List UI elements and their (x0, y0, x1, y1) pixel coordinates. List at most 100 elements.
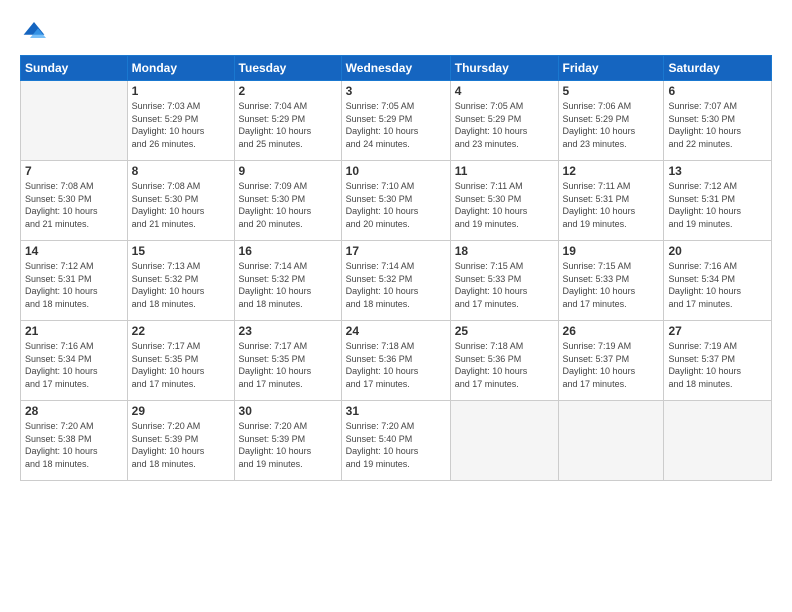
day-info: Sunrise: 7:10 AM Sunset: 5:30 PM Dayligh… (346, 180, 446, 230)
day-info: Sunrise: 7:12 AM Sunset: 5:31 PM Dayligh… (25, 260, 123, 310)
day-number: 11 (455, 164, 554, 178)
day-number: 4 (455, 84, 554, 98)
day-info: Sunrise: 7:05 AM Sunset: 5:29 PM Dayligh… (346, 100, 446, 150)
calendar-cell: 23 Sunrise: 7:17 AM Sunset: 5:35 PM Dayli… (234, 321, 341, 401)
day-number: 1 (132, 84, 230, 98)
day-info: Sunrise: 7:15 AM Sunset: 5:33 PM Dayligh… (455, 260, 554, 310)
day-info: Sunrise: 7:20 AM Sunset: 5:40 PM Dayligh… (346, 420, 446, 470)
calendar-cell: 16 Sunrise: 7:14 AM Sunset: 5:32 PM Dayli… (234, 241, 341, 321)
calendar-cell: 20 Sunrise: 7:16 AM Sunset: 5:34 PM Dayli… (664, 241, 772, 321)
col-header-saturday: Saturday (664, 56, 772, 81)
calendar-cell: 7 Sunrise: 7:08 AM Sunset: 5:30 PM Daylig… (21, 161, 128, 241)
day-number: 30 (239, 404, 337, 418)
calendar-cell: 9 Sunrise: 7:09 AM Sunset: 5:30 PM Daylig… (234, 161, 341, 241)
page: SundayMondayTuesdayWednesdayThursdayFrid… (0, 0, 792, 612)
calendar-cell: 13 Sunrise: 7:12 AM Sunset: 5:31 PM Dayli… (664, 161, 772, 241)
day-number: 16 (239, 244, 337, 258)
calendar-cell: 4 Sunrise: 7:05 AM Sunset: 5:29 PM Daylig… (450, 81, 558, 161)
day-number: 14 (25, 244, 123, 258)
calendar-cell (664, 401, 772, 481)
day-info: Sunrise: 7:16 AM Sunset: 5:34 PM Dayligh… (668, 260, 767, 310)
day-number: 8 (132, 164, 230, 178)
calendar-cell: 12 Sunrise: 7:11 AM Sunset: 5:31 PM Dayli… (558, 161, 664, 241)
calendar-cell: 15Sunrise: 7:13 AM Sunset: 5:32 PM Dayli… (127, 241, 234, 321)
calendar-cell: 31 Sunrise: 7:20 AM Sunset: 5:40 PM Dayli… (341, 401, 450, 481)
calendar-cell: 22 Sunrise: 7:17 AM Sunset: 5:35 PM Dayli… (127, 321, 234, 401)
col-header-wednesday: Wednesday (341, 56, 450, 81)
day-info: Sunrise: 7:11 AM Sunset: 5:30 PM Dayligh… (455, 180, 554, 230)
day-number: 9 (239, 164, 337, 178)
day-info: Sunrise: 7:04 AM Sunset: 5:29 PM Dayligh… (239, 100, 337, 150)
day-info: Sunrise: 7:20 AM Sunset: 5:39 PM Dayligh… (132, 420, 230, 470)
calendar-cell: 6 Sunrise: 7:07 AM Sunset: 5:30 PM Daylig… (664, 81, 772, 161)
day-number: 2 (239, 84, 337, 98)
calendar-cell: 11 Sunrise: 7:11 AM Sunset: 5:30 PM Dayli… (450, 161, 558, 241)
day-number: 22 (132, 324, 230, 338)
calendar-cell: 24 Sunrise: 7:18 AM Sunset: 5:36 PM Dayli… (341, 321, 450, 401)
day-info: Sunrise: 7:06 AM Sunset: 5:29 PM Dayligh… (563, 100, 660, 150)
week-row-4: 28 Sunrise: 7:20 AM Sunset: 5:38 PM Dayli… (21, 401, 772, 481)
day-number: 24 (346, 324, 446, 338)
calendar-cell (21, 81, 128, 161)
day-info: Sunrise: 7:17 AM Sunset: 5:35 PM Dayligh… (239, 340, 337, 390)
week-row-0: 1 Sunrise: 7:03 AM Sunset: 5:29 PM Daylig… (21, 81, 772, 161)
day-number: 25 (455, 324, 554, 338)
day-info: Sunrise: 7:13 AM Sunset: 5:32 PM Dayligh… (132, 260, 230, 310)
day-number: 6 (668, 84, 767, 98)
logo (20, 18, 46, 47)
col-header-monday: Monday (127, 56, 234, 81)
week-row-2: 14 Sunrise: 7:12 AM Sunset: 5:31 PM Dayli… (21, 241, 772, 321)
day-number: 17 (346, 244, 446, 258)
day-number: 20 (668, 244, 767, 258)
calendar-cell: 30 Sunrise: 7:20 AM Sunset: 5:39 PM Dayli… (234, 401, 341, 481)
week-row-3: 21 Sunrise: 7:16 AM Sunset: 5:34 PM Dayli… (21, 321, 772, 401)
col-header-sunday: Sunday (21, 56, 128, 81)
day-number: 28 (25, 404, 123, 418)
day-info: Sunrise: 7:05 AM Sunset: 5:29 PM Dayligh… (455, 100, 554, 150)
day-number: 10 (346, 164, 446, 178)
day-number: 5 (563, 84, 660, 98)
calendar-cell: 28 Sunrise: 7:20 AM Sunset: 5:38 PM Dayli… (21, 401, 128, 481)
day-info: Sunrise: 7:19 AM Sunset: 5:37 PM Dayligh… (563, 340, 660, 390)
day-info: Sunrise: 7:12 AM Sunset: 5:31 PM Dayligh… (668, 180, 767, 230)
week-row-1: 7 Sunrise: 7:08 AM Sunset: 5:30 PM Daylig… (21, 161, 772, 241)
day-number: 31 (346, 404, 446, 418)
day-info: Sunrise: 7:15 AM Sunset: 5:33 PM Dayligh… (563, 260, 660, 310)
calendar-cell: 21 Sunrise: 7:16 AM Sunset: 5:34 PM Dayli… (21, 321, 128, 401)
day-number: 29 (132, 404, 230, 418)
day-info: Sunrise: 7:20 AM Sunset: 5:39 PM Dayligh… (239, 420, 337, 470)
day-info: Sunrise: 7:11 AM Sunset: 5:31 PM Dayligh… (563, 180, 660, 230)
day-info: Sunrise: 7:18 AM Sunset: 5:36 PM Dayligh… (346, 340, 446, 390)
calendar-cell: 25Sunrise: 7:18 AM Sunset: 5:36 PM Dayli… (450, 321, 558, 401)
day-info: Sunrise: 7:20 AM Sunset: 5:38 PM Dayligh… (25, 420, 123, 470)
calendar-cell (450, 401, 558, 481)
calendar-cell: 27Sunrise: 7:19 AM Sunset: 5:37 PM Dayli… (664, 321, 772, 401)
day-number: 23 (239, 324, 337, 338)
day-info: Sunrise: 7:14 AM Sunset: 5:32 PM Dayligh… (346, 260, 446, 310)
calendar-cell: 17 Sunrise: 7:14 AM Sunset: 5:32 PM Dayli… (341, 241, 450, 321)
calendar-cell: 3 Sunrise: 7:05 AM Sunset: 5:29 PM Daylig… (341, 81, 450, 161)
day-number: 26 (563, 324, 660, 338)
calendar-cell: 1 Sunrise: 7:03 AM Sunset: 5:29 PM Daylig… (127, 81, 234, 161)
col-header-tuesday: Tuesday (234, 56, 341, 81)
day-info: Sunrise: 7:17 AM Sunset: 5:35 PM Dayligh… (132, 340, 230, 390)
day-info: Sunrise: 7:08 AM Sunset: 5:30 PM Dayligh… (132, 180, 230, 230)
day-number: 13 (668, 164, 767, 178)
day-info: Sunrise: 7:14 AM Sunset: 5:32 PM Dayligh… (239, 260, 337, 310)
day-info: Sunrise: 7:16 AM Sunset: 5:34 PM Dayligh… (25, 340, 123, 390)
col-header-friday: Friday (558, 56, 664, 81)
day-info: Sunrise: 7:03 AM Sunset: 5:29 PM Dayligh… (132, 100, 230, 150)
day-number: 7 (25, 164, 123, 178)
day-number: 21 (25, 324, 123, 338)
calendar-cell: 18 Sunrise: 7:15 AM Sunset: 5:33 PM Dayli… (450, 241, 558, 321)
day-info: Sunrise: 7:09 AM Sunset: 5:30 PM Dayligh… (239, 180, 337, 230)
calendar-header-row: SundayMondayTuesdayWednesdayThursdayFrid… (21, 56, 772, 81)
calendar-cell: 5 Sunrise: 7:06 AM Sunset: 5:29 PM Daylig… (558, 81, 664, 161)
day-info: Sunrise: 7:07 AM Sunset: 5:30 PM Dayligh… (668, 100, 767, 150)
logo-icon (22, 18, 46, 42)
day-number: 12 (563, 164, 660, 178)
calendar-cell (558, 401, 664, 481)
day-number: 18 (455, 244, 554, 258)
day-info: Sunrise: 7:08 AM Sunset: 5:30 PM Dayligh… (25, 180, 123, 230)
day-number: 3 (346, 84, 446, 98)
